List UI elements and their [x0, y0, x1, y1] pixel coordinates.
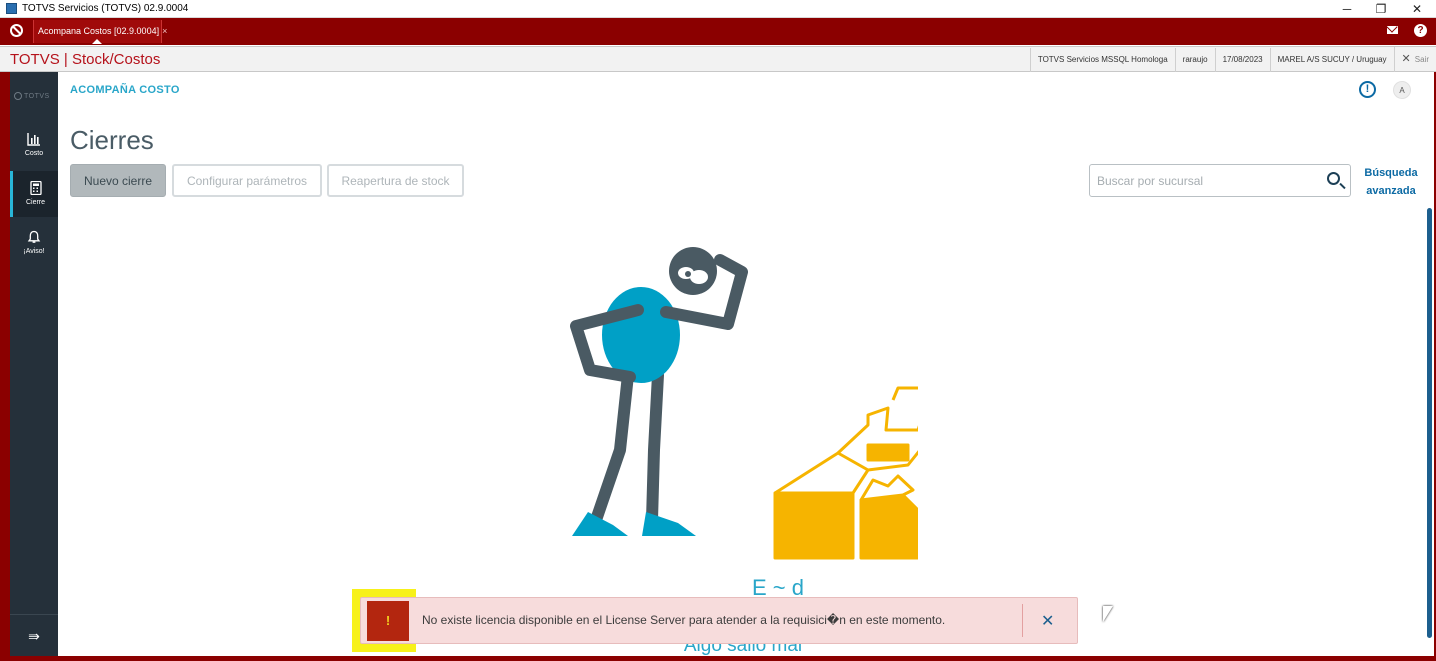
app-brand-title: TOTVS | Stock/Costos — [10, 51, 161, 68]
sidebar-item-cierre[interactable]: Cierre — [10, 171, 58, 217]
tab-acompana-costos[interactable]: Acompana Costos [02.9.0004] × — [33, 20, 167, 44]
page-title: Cierres — [70, 125, 154, 155]
user-label: raraujo — [1174, 47, 1215, 72]
sidebar-item-costo[interactable]: Costo — [10, 122, 58, 168]
window-frame-left — [0, 72, 10, 661]
tab-bar: Acompana Costos [02.9.0004] × ? — [0, 18, 1436, 45]
warning-icon: ! — [367, 601, 409, 641]
reopen-stock-button[interactable]: Reapertura de stock — [327, 164, 464, 197]
sidebar-logo: TOTVS — [14, 92, 50, 100]
bar-chart-icon — [27, 133, 40, 146]
ban-icon[interactable] — [10, 24, 23, 37]
app-window-icon — [6, 3, 17, 14]
window-title-bar: TOTVS Servicios (TOTVS) 02.9.0004 ─ ❐ ✕ — [0, 0, 1436, 18]
exit-icon: ✕ — [1401, 53, 1411, 65]
calculator-icon — [29, 181, 42, 195]
sidebar: TOTVS Costo Cierre ¡Aviso! ⇛ — [10, 72, 58, 656]
mail-icon[interactable] — [1387, 26, 1398, 34]
info-icon[interactable]: ! — [1359, 81, 1376, 98]
app-header: TOTVS | Stock/Costos TOTVS Servicios MSS… — [0, 46, 1436, 72]
collapse-menu-icon: ⇛ — [28, 628, 40, 644]
sidebar-collapse-button[interactable]: ⇛ — [10, 614, 58, 656]
tab-caret-icon — [92, 39, 102, 44]
window-title: TOTVS Servicios (TOTVS) 02.9.0004 — [22, 3, 189, 14]
sidebar-item-label: Costo — [24, 150, 44, 157]
mouse-cursor-icon — [1103, 606, 1113, 622]
restore-button[interactable]: ❐ — [1364, 0, 1398, 18]
session-info: TOTVS Servicios MSSQL Homologa raraujo 1… — [1029, 47, 1436, 72]
tab-label: Acompana Costos [02.9.0004] — [38, 26, 160, 36]
window-frame-bottom — [0, 656, 1436, 661]
toast-message: No existe licencia disponible en el Lice… — [422, 613, 946, 627]
toast-divider — [1022, 604, 1023, 637]
branch-search-field[interactable]: Buscar por sucursal — [1089, 164, 1351, 197]
new-closing-button[interactable]: Nuevo cierre — [70, 164, 166, 197]
error-illustration — [570, 247, 918, 560]
error-toast: ! No existe licencia disponible en el Li… — [352, 589, 1078, 652]
company-label: MAREL A/S SUCUY / Uruguay — [1269, 47, 1394, 72]
help-icon[interactable]: ? — [1414, 24, 1427, 37]
toast-body: ! No existe licencia disponible en el Li… — [360, 597, 1078, 644]
breadcrumb[interactable]: ACOMPAÑA COSTO — [70, 84, 180, 96]
date-label: 17/08/2023 — [1214, 47, 1270, 72]
sidebar-item-aviso[interactable]: ¡Aviso! — [10, 220, 58, 266]
exit-button[interactable]: ✕ Sair — [1393, 47, 1436, 72]
tab-close-icon[interactable]: × — [162, 26, 167, 36]
advanced-search-link[interactable]: Búsqueda avanzada — [1361, 164, 1421, 200]
search-icon[interactable] — [1327, 172, 1340, 185]
minimize-button[interactable]: ─ — [1330, 0, 1364, 18]
search-input[interactable]: Buscar por sucursal — [1097, 174, 1203, 188]
bell-icon — [27, 230, 41, 243]
environment-label: TOTVS Servicios MSSQL Homologa — [1029, 47, 1175, 72]
window-close-button[interactable]: ✕ — [1400, 0, 1434, 18]
main-content: ACOMPAÑA COSTO ! A Cierres Nuevo cierre … — [58, 72, 1434, 656]
totvs-logo-icon — [14, 92, 22, 100]
scrollbar-thumb[interactable] — [1427, 208, 1432, 638]
sidebar-item-label: ¡Aviso! — [23, 248, 45, 255]
toast-close-icon[interactable]: ✕ — [1041, 611, 1054, 631]
exit-label: Sair — [1414, 55, 1429, 64]
vertical-scrollbar[interactable] — [1426, 72, 1434, 656]
configure-parameters-button[interactable]: Configurar parámetros — [172, 164, 322, 197]
sidebar-item-label: Cierre — [25, 199, 46, 206]
avatar[interactable]: A — [1393, 81, 1411, 99]
